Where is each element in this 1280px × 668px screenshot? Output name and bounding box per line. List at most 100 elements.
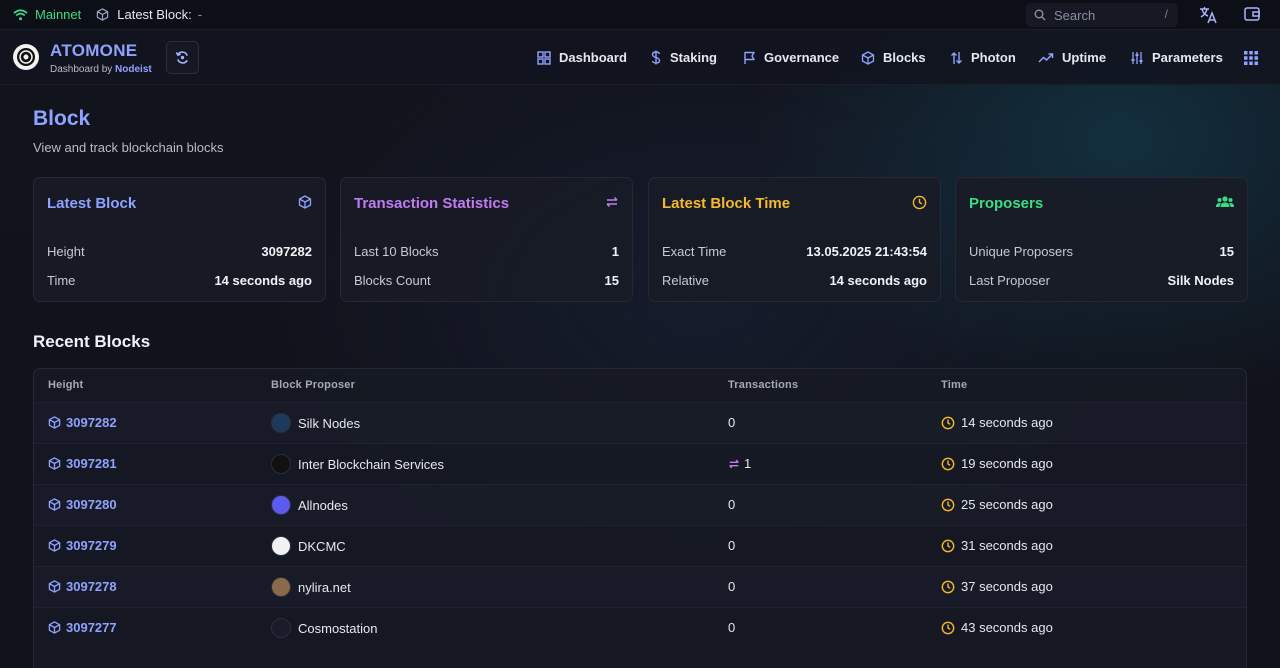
refresh-icon [175,51,188,64]
row-value: 3097282 [261,244,312,259]
row-label: Last 10 Blocks [354,244,439,259]
block-time: 25 seconds ago [961,497,1053,512]
proposer-cell[interactable]: DKCMC [271,536,346,556]
proposer-cell[interactable]: Inter Blockchain Services [271,454,444,474]
table-row[interactable]: 3097277 Cosmostation 0 43 seconds ago [34,607,1246,648]
network-indicator[interactable]: Mainnet [13,7,81,22]
proposer-name: Inter Blockchain Services [298,456,444,472]
row-label: Unique Proposers [969,244,1074,259]
cube-icon [48,498,61,511]
block-height-link[interactable]: 3097278 [48,579,117,594]
nav-governance[interactable]: Governance [743,50,839,65]
proposer-cell[interactable]: nylira.net [271,577,351,597]
clock-icon [941,498,955,511]
arrows-exchange-icon [606,196,618,208]
table-row[interactable]: 3097279 DKCMC 0 31 seconds ago [34,525,1246,566]
atomone-logo[interactable] [12,43,40,71]
latest-block-label: Latest Block: [117,7,192,22]
brand-subtitle: Dashboard by Nodeist [50,64,152,75]
table-row[interactable]: 3097278 nylira.net 0 37 seconds ago [34,566,1246,607]
network-name: Mainnet [35,7,82,22]
table-row[interactable]: 3097282 Silk Nodes 0 14 seconds ago [34,402,1246,443]
header-height: Height [48,379,84,391]
row-label: Height [47,244,85,259]
row-value: 14 seconds ago [214,273,312,288]
card-title: Proposers [969,195,1044,212]
clock-icon [941,621,955,634]
transactions-cell: 0 [728,579,735,594]
nav-label: Parameters [1152,50,1223,65]
nav-staking[interactable]: Staking [650,50,717,65]
proposer-avatar [271,413,291,433]
row-label: Last Proposer [969,273,1050,288]
nav-label: Photon [971,50,1016,65]
row-value: 14 seconds ago [829,273,927,288]
refresh-button[interactable] [166,41,199,74]
row-value: 15 [604,273,619,288]
recent-blocks-title: Recent Blocks [33,332,151,351]
header-transactions: Transactions [728,379,799,391]
transactions-cell: 0 [728,538,735,553]
row-value: 15 [1219,244,1234,259]
card-row: Time 14 seconds ago [47,273,312,288]
brand-author[interactable]: Nodeist [115,64,152,75]
proposer-name: Silk Nodes [298,415,361,431]
proposer-avatar [271,536,291,556]
proposer-avatar [271,454,291,474]
cube-icon [861,50,875,65]
row-value: 13.05.2025 21:43:54 [806,244,927,259]
block-height: 3097281 [66,456,117,471]
apps-menu-button[interactable] [1244,51,1266,65]
row-value: 1 [611,244,619,259]
row-value: Silk Nodes [1167,273,1234,288]
block-height: 3097278 [66,579,117,594]
proposer-name: Allnodes [298,497,348,513]
transaction-count: 1 [744,456,752,471]
search-shortcut-hint: / [1164,7,1168,21]
time-cell: 14 seconds ago [941,415,1053,430]
nav-dashboard[interactable]: Dashboard [537,50,627,65]
proposer-cell[interactable]: Allnodes [271,495,348,515]
block-height-link[interactable]: 3097277 [48,620,117,635]
table-row[interactable]: 3097281 Inter Blockchain Services 1 19 seco… [34,443,1246,484]
cube-icon [48,416,61,429]
card-title: Latest Block Time [662,195,791,212]
transaction-count: 0 [728,620,736,635]
proposer-name: DKCMC [298,538,346,554]
row-label: Relative [662,273,709,288]
card-transaction-statistics: Transaction Statistics Last 10 Blocks 1 B… [340,177,633,302]
nav-parameters[interactable]: Parameters [1130,50,1223,65]
table-header: Height Block Proposer Transactions Time [34,369,1246,402]
block-height: 3097282 [66,415,117,430]
card-row: Height 3097282 [47,244,312,259]
proposer-cell[interactable]: Silk Nodes [271,413,360,433]
block-time: 43 seconds ago [961,620,1053,635]
transaction-count: 0 [728,579,736,594]
search-icon [1034,9,1046,21]
nav-photon[interactable]: Photon [950,50,1016,65]
block-time: 37 seconds ago [961,579,1053,594]
block-height-link[interactable]: 3097282 [48,415,117,430]
nav-label: Governance [764,50,840,65]
card-row: Last Proposer Silk Nodes [969,273,1234,288]
header-time: Time [941,379,968,391]
transaction-count: 0 [728,538,736,553]
block-height-link[interactable]: 3097280 [48,497,117,512]
card-row: Unique Proposers 15 [969,244,1234,259]
time-cell: 19 seconds ago [941,456,1053,471]
wallet-icon[interactable] [1243,5,1261,26]
transactions-cell: 0 [728,620,735,635]
clock-icon [912,195,927,210]
block-height-link[interactable]: 3097279 [48,538,117,553]
nav-blocks[interactable]: Blocks [861,50,926,65]
search-input[interactable]: Search / [1026,3,1178,27]
clock-icon [941,580,955,593]
nav-uptime[interactable]: Uptime [1038,50,1106,65]
proposer-avatar [271,495,291,515]
proposer-cell[interactable]: Cosmostation [271,618,377,638]
table-row[interactable]: 3097280 Allnodes 0 25 seconds ago [34,484,1246,525]
translate-icon[interactable] [1198,5,1218,28]
brand-subtitle-prefix: Dashboard by [50,64,116,75]
block-height-link[interactable]: 3097281 [48,456,117,471]
time-cell: 25 seconds ago [941,497,1053,512]
